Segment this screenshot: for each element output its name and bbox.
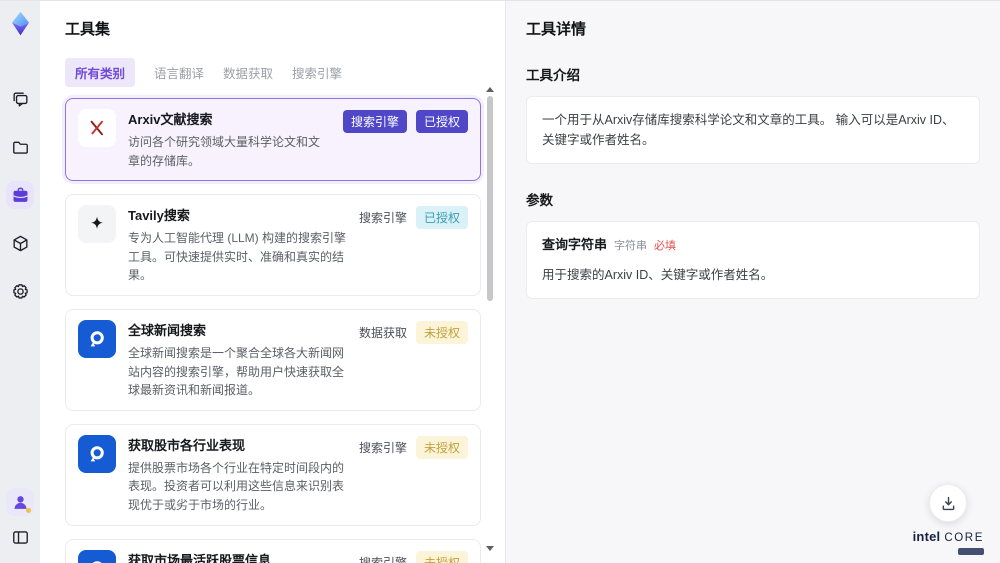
- auth-status-badge: 未授权: [415, 550, 468, 563]
- folder-icon: [11, 138, 30, 157]
- tools-panel: 工具集 所有类别 语言翻译 数据获取 搜索引擎 Arxiv文献搜索 访问各个研究领域大…: [40, 1, 505, 563]
- tool-description: 全球新闻搜索是一个聚合全球各大新闻网站内容的搜索引擎，帮助用户快速获取全球最新资…: [128, 345, 345, 398]
- category-tabs: 所有类别 语言翻译 数据获取 搜索引擎: [65, 58, 505, 87]
- intro-box: 一个用于从Arxiv存储库搜索科学论文和文章的工具。 输入可以是Arxiv ID…: [526, 96, 980, 164]
- download-icon: [942, 496, 955, 510]
- app-window: 工具集 所有类别 语言翻译 数据获取 搜索引擎 Arxiv文献搜索 访问各个研究领域大…: [0, 0, 1000, 563]
- tool-name: Tavily搜索: [128, 208, 190, 224]
- param-required-flag: 必填: [654, 240, 677, 252]
- tool-name: Arxiv文献搜索: [128, 112, 213, 127]
- param-box: 查询字符串 字符串 必填 用于搜索的Arxiv ID、关键字或作者姓名。: [526, 221, 980, 299]
- sidebar: [0, 1, 40, 563]
- cube-icon: [11, 234, 30, 253]
- corner-widgets: intel core: [913, 484, 984, 555]
- tool-name: 全球新闻搜索: [128, 322, 207, 338]
- intro-heading: 工具介绍: [526, 68, 580, 83]
- scrollbar-thumb[interactable]: [486, 96, 493, 301]
- sidebar-item-collapse[interactable]: [6, 523, 34, 551]
- sidebar-item-tools[interactable]: [6, 181, 34, 209]
- tool-name: 获取股市各行业表现: [128, 437, 246, 453]
- sidebar-item-models[interactable]: [6, 229, 34, 257]
- category-tag: 搜索引擎: [358, 440, 407, 455]
- arxiv-icon: [78, 109, 116, 147]
- intel-wordmark: intel: [912, 529, 941, 544]
- user-icon: [11, 493, 30, 512]
- page-title: 工具集: [65, 21, 111, 38]
- sidebar-bottom: [6, 488, 34, 551]
- tool-card[interactable]: Arxiv文献搜索 访问各个研究领域大量科学论文和文章的存储库。 搜索引擎 已授…: [65, 98, 481, 182]
- tool-detail-panel: 工具详情 工具介绍 一个用于从Arxiv存储库搜索科学论文和文章的工具。 输入可…: [505, 1, 1000, 563]
- core-wordmark: core: [944, 532, 984, 544]
- sidebar-item-chat[interactable]: [6, 85, 34, 113]
- briefcase-icon: [11, 186, 30, 205]
- download-button[interactable]: [929, 484, 968, 522]
- category-tag: 数据获取: [358, 325, 407, 340]
- tool-description: 提供股票市场各个行业在特定时间段内的表现。投资者可以利用这些信息来识别表现优于或…: [128, 460, 345, 512]
- tool-description: 专为人工智能代理 (LLM) 构建的搜索引擎工具。可快速提供实时、准确和真实的结…: [128, 231, 347, 283]
- auth-status-badge: 已授权: [415, 110, 468, 133]
- sparkle-icon: [78, 205, 116, 244]
- tool-card[interactable]: 获取市场最活跃股票信息 提供当天交易量最高的股票列表，投资者可以利用这些信息来识…: [65, 538, 481, 563]
- tab-1[interactable]: 语言翻译: [154, 58, 204, 87]
- param-name: 查询字符串: [542, 237, 608, 252]
- sidebar-nav: [6, 85, 34, 305]
- auth-status-badge: 未授权: [415, 320, 468, 344]
- tab-0[interactable]: 所有类别: [65, 58, 136, 87]
- param-type: 字符串: [614, 240, 648, 252]
- tool-list: Arxiv文献搜索 访问各个研究领域大量科学论文和文章的存储库。 搜索引擎 已授…: [65, 98, 481, 563]
- auth-status-badge: 未授权: [415, 435, 468, 459]
- tool-card[interactable]: Tavily搜索 专为人工智能代理 (LLM) 构建的搜索引擎工具。可快速提供实…: [65, 194, 481, 296]
- sidebar-item-files[interactable]: [6, 133, 34, 161]
- params-heading: 参数: [526, 193, 553, 208]
- intel-core-logo: intel core: [913, 529, 984, 555]
- sidebar-item-profile[interactable]: [6, 488, 34, 516]
- tool-description: 访问各个研究领域大量科学论文和文章的存储库。: [128, 135, 321, 168]
- tool-card[interactable]: 获取股市各行业表现 提供股票市场各个行业在特定时间段内的表现。投资者可以利用这些…: [65, 423, 481, 526]
- gear-icon: [11, 282, 30, 301]
- category-tag: 搜索引擎: [342, 110, 407, 133]
- enews-icon: [78, 549, 116, 563]
- tab-2[interactable]: 数据获取: [223, 58, 273, 87]
- category-tag: 搜索引擎: [358, 555, 407, 563]
- category-tag: 搜索引擎: [358, 211, 407, 226]
- scroll-down-icon[interactable]: [486, 546, 494, 551]
- param-description: 用于搜索的Arxiv ID、关键字或作者姓名。: [542, 267, 774, 282]
- intel-badge: [958, 548, 984, 555]
- detail-title: 工具详情: [526, 21, 587, 38]
- sidebar-item-settings[interactable]: [6, 277, 34, 305]
- enews-icon: [78, 434, 116, 473]
- tool-card[interactable]: 全球新闻搜索 全球新闻搜索是一个聚合全球各大新闻网站内容的搜索引擎，帮助用户快速…: [65, 308, 481, 411]
- enews-icon: [78, 319, 116, 358]
- scroll-up-icon[interactable]: [486, 87, 494, 92]
- tab-3[interactable]: 搜索引擎: [292, 58, 342, 87]
- app-logo-icon: [7, 10, 34, 37]
- scrollbar[interactable]: [485, 87, 495, 551]
- tool-name: 获取市场最活跃股票信息: [128, 552, 272, 563]
- auth-status-badge: 已授权: [415, 206, 468, 230]
- panel-icon: [11, 528, 30, 547]
- chat-icon: [11, 90, 30, 109]
